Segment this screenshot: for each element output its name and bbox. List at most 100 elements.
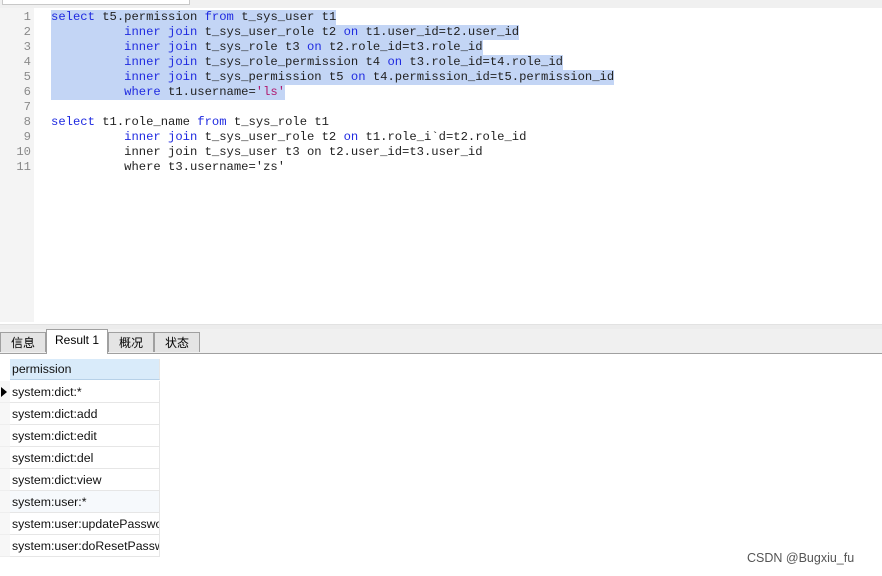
line-number: 3 (23, 40, 31, 54)
sql-keyword: select (51, 115, 95, 129)
sql-token: t_sys_role t3 (197, 40, 307, 54)
sql-token: t3.role_id=t4.role_id (402, 55, 563, 69)
row-indicator[interactable] (0, 447, 10, 469)
permission-cell[interactable]: system:dict:edit (10, 425, 160, 447)
sql-keyword: inner join (124, 40, 198, 54)
sql-keyword: from (204, 10, 234, 24)
sql-token: t1.username= (160, 85, 256, 99)
row-indicator[interactable] (0, 469, 10, 491)
line-number: 8 (23, 115, 31, 129)
code-line[interactable]: 1 select t5.permission from t_sys_user t1 (0, 10, 882, 25)
sql-keyword: inner join (124, 70, 198, 84)
code-line[interactable]: 11 where t3.username='zs' (0, 160, 882, 175)
line-number: 4 (23, 55, 31, 69)
tab-result-1[interactable]: Result 1 (46, 329, 108, 354)
sql-token: t2.role_id=t3.role_id (321, 40, 483, 54)
sql-keyword: on (307, 40, 322, 54)
code-line[interactable]: 4 inner join t_sys_role_permission t4 on… (0, 55, 882, 70)
tab-status[interactable]: 状态 (154, 332, 200, 352)
code-text: select t1.role_name from t_sys_role t1 (51, 115, 329, 130)
code-line[interactable]: 10 inner join t_sys_user t3 on t2.user_i… (0, 145, 882, 160)
row-indicator[interactable] (0, 381, 10, 403)
sql-keyword: where (124, 85, 161, 99)
row-indicator[interactable] (0, 535, 10, 557)
query-tab-stub[interactable] (2, 0, 190, 5)
line-number: 2 (23, 25, 31, 39)
code-text: inner join t_sys_user_role t2 on t1.role… (51, 130, 526, 145)
sql-editor[interactable]: 1 select t5.permission from t_sys_user t1… (0, 8, 882, 326)
code-line[interactable]: 6 where t1.username='ls' (0, 85, 882, 100)
permission-cell[interactable]: system:user:updatePassword (10, 513, 160, 535)
permission-cell[interactable]: system:dict:view (10, 469, 160, 491)
sql-token: t_sys_role t1 (226, 115, 329, 129)
sql-token: t_sys_user t1 (233, 10, 337, 24)
line-number: 11 (16, 160, 31, 174)
selected-code-text: select t5.permission from t_sys_user t1 (51, 10, 337, 25)
line-number: 1 (23, 10, 31, 24)
row-indicator-header (0, 359, 10, 380)
code-line[interactable]: 3 inner join t_sys_role t3 on t2.role_id… (0, 40, 882, 55)
row-indicator[interactable] (0, 403, 10, 425)
sql-token: t_sys_role_permission t4 (197, 55, 388, 69)
sql-keyword: on (387, 55, 403, 69)
sql-keyword: on (343, 25, 359, 39)
sql-token: t_sys_user_role t2 (197, 25, 344, 39)
code-text: inner join t_sys_user t3 on t2.user_id=t… (51, 145, 483, 160)
row-indicator[interactable] (0, 513, 10, 535)
line-number: 9 (23, 130, 31, 144)
sql-keyword: select (51, 10, 95, 24)
selected-code-text: inner join t_sys_role_permission t4 on t… (51, 55, 563, 70)
column-header-permission[interactable]: permission (10, 359, 160, 380)
sql-keyword: inner join (124, 55, 198, 69)
permission-cell[interactable]: system:dict:* (10, 381, 160, 403)
permission-cell[interactable]: system:user:* (10, 491, 160, 513)
code-text: where t3.username='zs' (51, 160, 285, 175)
code-line[interactable]: 5 inner join t_sys_permission t5 on t4.p… (0, 70, 882, 85)
sql-keyword: from (197, 115, 227, 129)
sql-token: t5.permission (94, 10, 205, 24)
row-indicator[interactable] (0, 491, 10, 513)
permission-cell[interactable]: system:dict:del (10, 447, 160, 469)
line-number: 10 (16, 145, 31, 159)
permission-cell[interactable]: system:dict:add (10, 403, 160, 425)
selected-code-text: where t1.username='ls' (51, 85, 286, 100)
sql-token: t_sys_user_role t2 (197, 130, 344, 144)
result-tabs: 信息 Result 1 概况 状态 (0, 329, 882, 354)
sql-token: t1.user_id=t2.user_id (358, 25, 520, 39)
sql-token: where t3.username='zs' (51, 160, 286, 174)
sql-keyword: on (350, 70, 366, 84)
code-area[interactable]: 1 select t5.permission from t_sys_user t1… (0, 10, 882, 175)
sql-token: t1.role_name (94, 115, 198, 129)
line-number: 5 (23, 70, 31, 84)
sql-token: inner join t_sys_user t3 on t2.user_id=t… (51, 145, 483, 159)
top-toolbar-strip (0, 0, 882, 8)
current-row-arrow-icon (1, 387, 7, 397)
watermark: CSDN @Bugxiu_fu (747, 551, 855, 565)
tab-info[interactable]: 信息 (0, 332, 46, 352)
code-line[interactable]: 9 inner join t_sys_user_role t2 on t1.ro… (0, 130, 882, 145)
sql-token: t_sys_permission t5 (197, 70, 351, 84)
row-indicator[interactable] (0, 425, 10, 447)
tab-profile[interactable]: 概况 (108, 332, 154, 352)
code-line[interactable]: 2 inner join t_sys_user_role t2 on t1.us… (0, 25, 882, 40)
sql-keyword: inner join (124, 25, 198, 39)
sql-token: t1.role_i`d=t2.role_id (358, 130, 527, 144)
code-line[interactable]: 7 (0, 100, 882, 115)
permission-cell[interactable]: system:user:doResetPassword (10, 535, 160, 557)
line-number: 7 (23, 100, 31, 114)
sql-keyword: inner join (124, 130, 198, 144)
selected-code-text: inner join t_sys_user_role t2 on t1.user… (51, 25, 520, 40)
sql-string: 'ls' (255, 85, 286, 99)
selected-code-text: inner join t_sys_permission t5 on t4.per… (51, 70, 615, 85)
code-line[interactable]: 8 select t1.role_name from t_sys_role t1 (0, 115, 882, 130)
line-number: 6 (23, 85, 31, 99)
selected-code-text: inner join t_sys_role t3 on t2.role_id=t… (51, 40, 483, 55)
sql-token: t4.permission_id=t5.permission_id (365, 70, 615, 84)
sql-keyword: on (343, 130, 359, 144)
